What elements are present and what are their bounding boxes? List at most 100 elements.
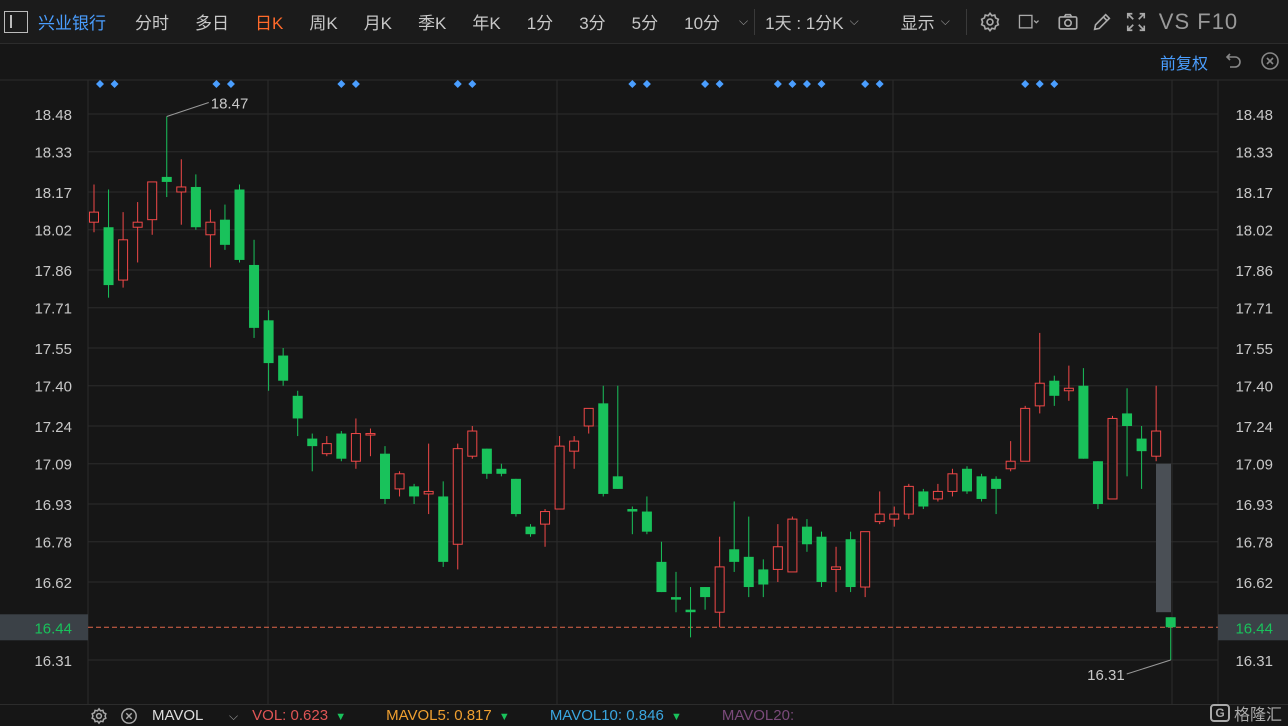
event-marker-diamond-icon [788, 80, 797, 88]
low-leader-line [1126, 659, 1171, 675]
indicator-settings-gear-icon[interactable] [86, 705, 112, 726]
candle-body [307, 438, 318, 447]
indicator-selector[interactable]: MAVOL ⌵ [152, 707, 238, 724]
candle-body [656, 561, 667, 593]
event-marker-diamond-icon [875, 80, 884, 88]
tab-period-2[interactable]: 日K [242, 0, 296, 44]
draw-pencil-icon[interactable] [1085, 0, 1119, 44]
candle-body [627, 509, 638, 512]
right-axis-panel [1218, 44, 1288, 704]
down-arrow-icon: ▼ [498, 711, 510, 723]
event-marker-diamond-icon [351, 80, 360, 88]
candle-body [918, 491, 929, 507]
tab-period-9[interactable]: 5分 [619, 0, 671, 44]
watermark-logo: G 格隆汇 [1209, 701, 1282, 725]
event-marker-diamond-icon [453, 80, 462, 88]
mavol5-value: 0.817 [454, 707, 492, 724]
candle-body [583, 407, 594, 427]
candle-body [481, 448, 492, 474]
candle-body [1165, 617, 1176, 628]
indicator-close-icon[interactable] [116, 705, 142, 726]
candle-body [118, 239, 129, 281]
candle-body [496, 468, 507, 474]
y-tick-left: 17.55 [34, 341, 72, 358]
tab-period-0[interactable]: 分时 [122, 0, 182, 44]
vol-value: 0.623 [290, 707, 329, 724]
stock-name[interactable]: 兴业银行 [38, 0, 106, 44]
tab-period-10[interactable]: 10分 [671, 0, 733, 44]
y-tick-right: 18.17 [1235, 185, 1273, 202]
tab-period-5[interactable]: 季K [405, 0, 459, 44]
intraday-range-bar [1156, 463, 1171, 613]
tab-period-8[interactable]: 3分 [566, 0, 618, 44]
candle-body [89, 211, 99, 223]
range-label: 1天 : 1分K [765, 14, 844, 33]
tab-period-3[interactable]: 周K [296, 0, 350, 44]
y-tick-right: 18.33 [1235, 145, 1273, 162]
y-tick-left: 17.71 [34, 301, 72, 318]
y-tick-right: 16.31 [1235, 653, 1273, 670]
tab-period-1[interactable]: 多日 [182, 0, 242, 44]
toolbar-divider [754, 8, 756, 35]
candle-body [278, 355, 289, 381]
more-periods-chevron-icon[interactable]: ⌵ [739, 0, 748, 44]
watermark-g-icon: G [1209, 704, 1230, 722]
display-menu[interactable]: 显示 ⌵ [863, 0, 960, 44]
settings-gear-icon[interactable] [973, 0, 1007, 44]
period-tabs: 分时 多日 日K 周K 月K 季K 年K 1分 3分 5分 10分 [122, 0, 733, 44]
layout-square-icon[interactable] [1007, 0, 1051, 44]
y-tick-left: 18.33 [34, 145, 72, 162]
vs-f10-button[interactable]: VS F10 [1153, 0, 1238, 44]
tab-period-7[interactable]: 1分 [514, 0, 566, 44]
camera-icon[interactable] [1051, 0, 1085, 44]
adjust-mode-button[interactable]: 前复权 [1160, 50, 1208, 74]
chevron-down-icon: ⌵ [940, 14, 950, 28]
event-marker-diamond-icon [802, 80, 811, 88]
candle-body [190, 186, 201, 228]
candle-body [1034, 382, 1045, 407]
candle-body [1049, 380, 1060, 396]
indicator-name: MAVOL [152, 707, 203, 724]
kline-chart[interactable]: 18.48 18.48 18.33 18.33 18.17 18.17 18.02 18.02… [0, 44, 1288, 704]
undo-icon[interactable] [1224, 51, 1244, 71]
candle-body [598, 403, 609, 494]
candle-body [423, 490, 434, 495]
candle-body [554, 445, 565, 510]
y-tick-left: 17.24 [34, 419, 72, 436]
candle-body [350, 433, 361, 462]
candle-body [219, 219, 230, 245]
tab-period-4[interactable]: 月K [351, 0, 405, 44]
range-selector[interactable]: 1天 : 1分K ⌵ [761, 0, 863, 44]
y-tick-right: 16.78 [1235, 535, 1273, 552]
y-tick-left: 16.78 [34, 535, 72, 552]
candle-body [947, 473, 958, 492]
candle-body [845, 539, 856, 588]
indicator-bar: MAVOL ⌵ VOL: 0.623 ▼ MAVOL5: 0.817 ▼ MAV… [0, 704, 1288, 726]
down-arrow-icon: ▼ [670, 711, 682, 723]
candle-body [1092, 461, 1103, 504]
y-tick-right: 17.55 [1235, 341, 1273, 358]
candle-body [365, 433, 376, 436]
tab-period-6[interactable]: 年K [459, 0, 513, 44]
current-price-label-left: 16.44 [34, 620, 72, 637]
candle-body [452, 448, 463, 545]
toolbar-divider [965, 8, 967, 35]
candle-body [1020, 407, 1031, 462]
event-marker-diamond-icon [1050, 80, 1059, 88]
close-circle-icon[interactable] [1260, 51, 1280, 71]
candle-body [816, 536, 827, 582]
mavol20-readout: MAVOL20: [722, 707, 794, 724]
candle-body [1151, 430, 1162, 457]
event-marker-diamond-icon [1021, 80, 1030, 88]
candle-body [147, 181, 158, 221]
candle-body [976, 476, 987, 499]
candle-body [903, 485, 914, 515]
candle-body [249, 264, 260, 328]
candle-body [1136, 438, 1147, 452]
fullscreen-icon[interactable] [1119, 0, 1153, 44]
candle-body [860, 531, 871, 588]
sidebar-toggle-icon[interactable] [4, 10, 28, 33]
mavol5-readout: MAVOL5: 0.817 ▼ [386, 707, 510, 724]
candle-body [525, 526, 536, 535]
candle-body [612, 476, 623, 489]
